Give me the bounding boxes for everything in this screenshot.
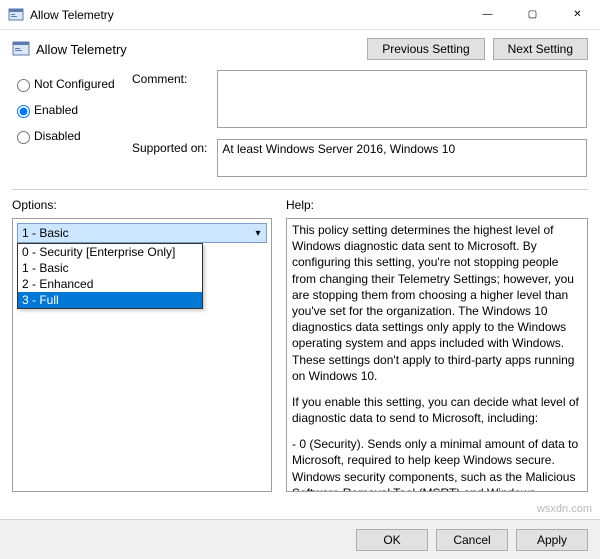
dropdown-item-basic[interactable]: 1 - Basic [18, 260, 202, 276]
radio-not-configured-input[interactable] [17, 79, 30, 92]
help-label: Help: [286, 196, 588, 212]
comment-column: Comment: Supported on: At least Windows … [132, 70, 588, 177]
window-controls: — ▢ ✕ [465, 0, 600, 29]
supported-on-box: At least Windows Server 2016, Windows 10 [217, 139, 587, 177]
radio-disabled-label: Disabled [34, 129, 81, 143]
config-area: Not Configured Enabled Disabled Comment:… [0, 62, 600, 181]
policy-header-icon [12, 40, 30, 58]
help-paragraph-3: - 0 (Security). Sends only a minimal amo… [292, 436, 585, 492]
supported-on-value: At least Windows Server 2016, Windows 10 [222, 142, 455, 156]
help-paragraph-1: This policy setting determines the highe… [292, 222, 585, 384]
radio-disabled-input[interactable] [17, 131, 30, 144]
radio-enabled[interactable]: Enabled [12, 102, 132, 118]
dropdown-selected-value: 1 - Basic [22, 226, 69, 240]
help-column: Help: This policy setting determines the… [286, 196, 588, 492]
cancel-button[interactable]: Cancel [436, 529, 508, 551]
window-titlebar: Allow Telemetry — ▢ ✕ [0, 0, 600, 30]
dropdown-item-security[interactable]: 0 - Security [Enterprise Only] [18, 244, 202, 260]
minimize-button[interactable]: — [465, 0, 510, 29]
maximize-button[interactable]: ▢ [510, 0, 555, 29]
comment-textarea[interactable] [217, 70, 587, 128]
close-button[interactable]: ✕ [555, 0, 600, 29]
ok-button[interactable]: OK [356, 529, 428, 551]
radio-column: Not Configured Enabled Disabled [12, 70, 132, 154]
options-column: Options: 1 - Basic ▾ 0 - Security [Enter… [12, 196, 272, 492]
options-label: Options: [12, 196, 272, 212]
policy-title: Allow Telemetry [36, 42, 367, 57]
options-box: 1 - Basic ▾ 0 - Security [Enterprise Onl… [12, 218, 272, 492]
watermark: wsxdn.com [537, 503, 592, 515]
divider [12, 189, 588, 190]
next-setting-button[interactable]: Next Setting [493, 38, 588, 60]
help-textbox[interactable]: This policy setting determines the highe… [286, 218, 588, 492]
dropdown-item-enhanced[interactable]: 2 - Enhanced [18, 276, 202, 292]
radio-not-configured[interactable]: Not Configured [12, 76, 132, 92]
supported-on-label: Supported on: [132, 139, 214, 155]
chevron-down-icon: ▾ [250, 228, 266, 239]
policy-icon [8, 7, 24, 23]
header-row: Allow Telemetry Previous Setting Next Se… [0, 30, 600, 62]
help-paragraph-2: If you enable this setting, you can deci… [292, 394, 585, 426]
apply-button[interactable]: Apply [516, 529, 588, 551]
dropdown-list[interactable]: 0 - Security [Enterprise Only] 1 - Basic… [17, 243, 203, 309]
dropdown-item-full[interactable]: 3 - Full [18, 292, 202, 308]
radio-enabled-input[interactable] [17, 105, 30, 118]
telemetry-level-dropdown[interactable]: 1 - Basic ▾ [17, 223, 267, 243]
radio-enabled-label: Enabled [34, 103, 78, 117]
lower-panel: Options: 1 - Basic ▾ 0 - Security [Enter… [0, 192, 600, 492]
radio-disabled[interactable]: Disabled [12, 128, 132, 144]
footer: OK Cancel Apply [0, 519, 600, 559]
comment-label: Comment: [132, 70, 214, 86]
window-title: Allow Telemetry [30, 8, 465, 22]
previous-setting-button[interactable]: Previous Setting [367, 38, 484, 60]
radio-not-configured-label: Not Configured [34, 77, 115, 91]
